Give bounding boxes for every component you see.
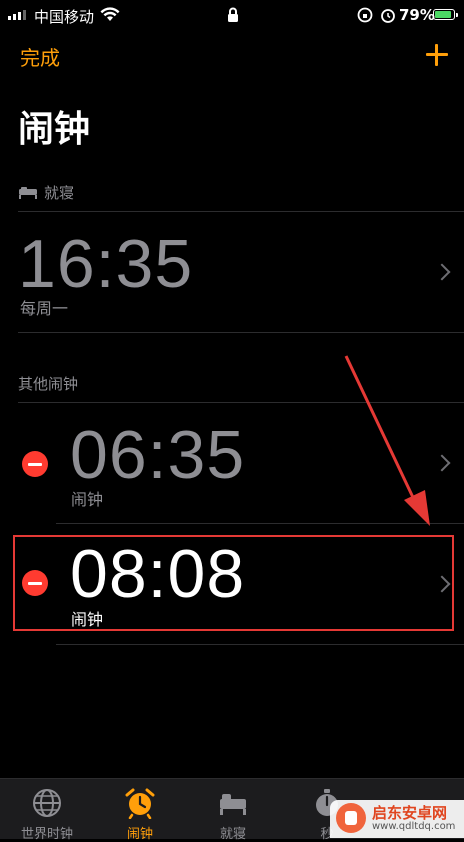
watermark-url: www.qdltdq.com: [372, 821, 456, 832]
lock-icon: [228, 7, 238, 22]
sleep-section-header: 就寝: [18, 182, 74, 203]
other-alarms-header: 其他闹钟: [18, 375, 79, 393]
page-title: 闹钟: [18, 109, 91, 150]
tab-alarm[interactable]: 闹钟: [95, 779, 185, 842]
annotation-arrow: [344, 355, 430, 526]
sleep-alarm-row[interactable]: 16:35 每周一: [0, 212, 464, 332]
divider: [56, 644, 464, 645]
tab-bedtime[interactable]: 就寝: [188, 779, 278, 842]
tab-label: 世界时钟: [20, 827, 73, 842]
alarm-time: 16:35: [18, 226, 194, 302]
tab-label: 闹钟: [126, 827, 153, 842]
watermark: 启东安卓网 www.qdltdq.com: [330, 800, 464, 838]
status-bar: 中国移动 79%: [0, 0, 464, 32]
sleep-section-title: 就寝: [44, 184, 75, 202]
rotation-lock-icon: [357, 7, 373, 23]
alarm-repeat: 每周一: [20, 299, 69, 318]
bed-icon: [19, 186, 37, 199]
alarm-status-icon: [381, 9, 395, 23]
tab-label: 就寝: [219, 827, 246, 842]
watermark-logo-icon: [336, 803, 366, 833]
battery-percentage: 79%: [399, 6, 435, 24]
watermark-title: 启东安卓网: [372, 804, 448, 822]
signal-strength-icon: [8, 10, 26, 20]
add-alarm-button[interactable]: [422, 40, 452, 70]
carrier-name: 中国移动: [34, 8, 95, 26]
divider: [18, 332, 464, 333]
highlight-box: [13, 535, 454, 631]
delete-alarm-button[interactable]: [22, 451, 48, 477]
battery-icon: [433, 9, 458, 20]
done-button[interactable]: 完成: [20, 42, 60, 71]
globe-icon: [33, 789, 61, 817]
alarm-time: 06:35: [70, 417, 246, 493]
bed-icon: [220, 794, 246, 815]
alarm-clock-icon: [125, 788, 155, 819]
alarm-label: 闹钟: [71, 490, 104, 509]
wifi-icon: [100, 7, 120, 21]
chevron-right-icon: [433, 263, 451, 281]
tab-world-clock[interactable]: 世界时钟: [2, 779, 92, 842]
